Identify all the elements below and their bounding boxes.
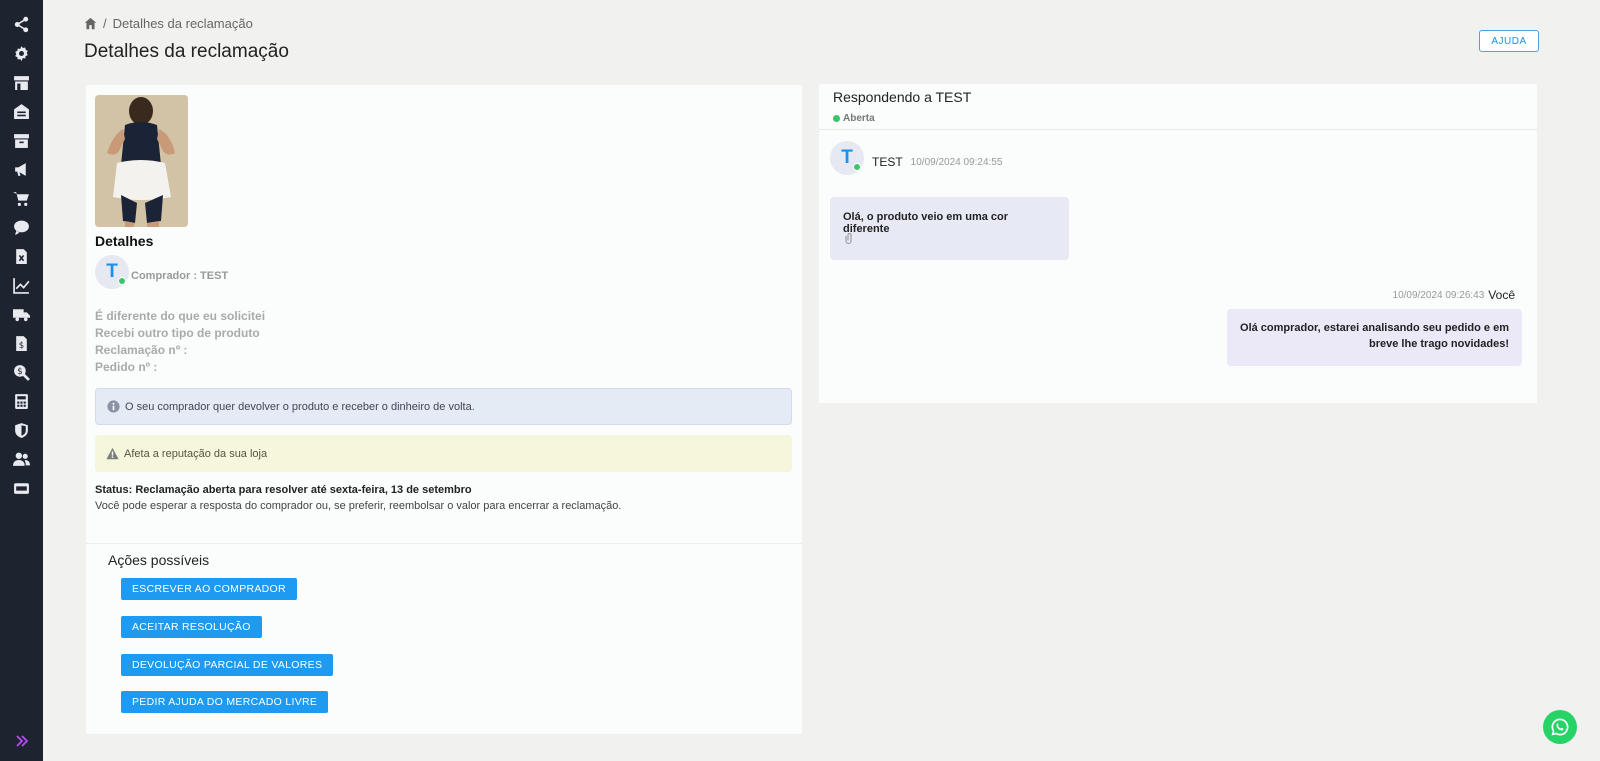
whatsapp-button[interactable]: [1543, 710, 1577, 744]
breadcrumb: / Detalhes da reclamação: [84, 16, 253, 31]
write-to-buyer-button[interactable]: ESCREVER AO COMPRADOR: [121, 578, 297, 600]
page-title: Detalhes da reclamação: [84, 41, 289, 62]
home-icon[interactable]: [84, 17, 97, 30]
chat-status: Aberta: [833, 113, 875, 124]
sidebar: $ $: [0, 0, 43, 761]
claim-status: Status: Reclamação aberta para resolver …: [95, 484, 472, 496]
details-title: Detalhes: [95, 233, 154, 249]
info-alert: O seu comprador quer devolver o produto …: [95, 388, 792, 425]
reason-line-1: É diferente do que eu solicitei: [95, 309, 266, 323]
claim-details-card: Detalhes T Comprador : TEST É diferente …: [86, 85, 802, 734]
share-icon[interactable]: [0, 10, 43, 39]
message-timestamp: 10/09/2024 09:24:55: [910, 156, 1003, 168]
excel-icon[interactable]: [0, 242, 43, 271]
outgoing-message-line-2: breve lhe trago novidades!: [1369, 338, 1509, 350]
product-image[interactable]: [95, 95, 188, 227]
shield-icon[interactable]: [0, 416, 43, 445]
chat-title: Respondendo a TEST: [833, 89, 972, 105]
outgoing-message-header: 10/09/2024 09:26:43 Você: [1393, 288, 1515, 302]
breadcrumb-separator: /: [103, 16, 107, 31]
section-divider: [86, 543, 802, 544]
whatsapp-icon: [1551, 718, 1569, 736]
cart-icon[interactable]: [0, 184, 43, 213]
chart-line-icon[interactable]: [0, 271, 43, 300]
server-icon[interactable]: [0, 474, 43, 503]
chat-header: Respondendo a TEST Aberta: [819, 84, 1537, 130]
reason-line-2: Recebi outro tipo de produto: [95, 326, 260, 340]
sender-name: Você: [1488, 288, 1515, 302]
avatar: T: [95, 255, 129, 289]
buyer-row: T Comprador : TEST: [95, 255, 228, 289]
gear-icon[interactable]: [0, 39, 43, 68]
outgoing-message-line-1: Olá comprador, estarei analisando seu pe…: [1240, 322, 1509, 334]
accept-resolution-button[interactable]: ACEITAR RESOLUÇÃO: [121, 616, 262, 638]
store-icon[interactable]: [0, 68, 43, 97]
warning-alert: Afeta a reputação da sua loja: [95, 435, 792, 472]
online-status-dot: [118, 277, 126, 285]
claim-info: É diferente do que eu solicitei Recebi o…: [95, 308, 265, 376]
calculator-icon[interactable]: [0, 387, 43, 416]
actions-title: Ações possíveis: [108, 552, 210, 568]
truck-icon[interactable]: [0, 300, 43, 329]
claim-number: Reclamação nº :: [95, 343, 188, 357]
claim-status-description: Você pode esperar a resposta do comprado…: [95, 500, 622, 512]
paperclip-icon[interactable]: [844, 232, 853, 244]
breadcrumb-current: Detalhes da reclamação: [112, 16, 253, 31]
double-chevron-right-icon[interactable]: [0, 729, 43, 753]
svg-text:$: $: [19, 341, 24, 351]
message-timestamp: 10/09/2024 09:26:43: [1392, 289, 1485, 301]
sender-name: TEST: [872, 155, 903, 169]
megaphone-icon[interactable]: [0, 155, 43, 184]
online-status-dot: [853, 163, 861, 171]
incoming-message-text: Olá, o produto veio em uma cor diferente: [843, 211, 1009, 235]
avatar-letter: T: [106, 261, 118, 282]
buyer-label: Comprador : TEST: [131, 270, 229, 282]
incoming-message-header: T TEST 10/09/2024 09:24:55: [830, 141, 1002, 175]
chat-card: Respondendo a TEST Aberta T TEST 10/09/2…: [819, 84, 1537, 403]
warning-alert-text: Afeta a reputação da sua loja: [124, 447, 268, 460]
chat-status-label: Aberta: [843, 113, 875, 124]
info-circle-icon: [107, 400, 120, 413]
search-dollar-icon[interactable]: $: [0, 358, 43, 387]
users-icon[interactable]: [0, 445, 43, 474]
chat-icon[interactable]: [0, 213, 43, 242]
info-alert-text: O seu comprador quer devolver o produto …: [125, 400, 475, 413]
incoming-message-bubble: Olá, o produto veio em uma cor diferente: [830, 197, 1069, 260]
status-dot: [833, 115, 840, 122]
partial-refund-button[interactable]: DEVOLUÇÃO PARCIAL DE VALORES: [121, 654, 334, 676]
avatar-letter: T: [841, 147, 853, 168]
svg-text:$: $: [17, 367, 22, 377]
invoice-icon[interactable]: $: [0, 329, 43, 358]
archive-icon[interactable]: [0, 126, 43, 155]
outgoing-message-bubble: Olá comprador, estarei analisando seu pe…: [1227, 309, 1522, 366]
warning-triangle-icon: [106, 447, 119, 460]
request-mercado-livre-help-button[interactable]: PEDIR AJUDA DO MERCADO LIVRE: [121, 691, 329, 713]
help-button[interactable]: AJUDA: [1479, 30, 1539, 52]
avatar: T: [830, 141, 864, 175]
warehouse-icon[interactable]: [0, 97, 43, 126]
order-number: Pedido nº :: [95, 360, 158, 374]
